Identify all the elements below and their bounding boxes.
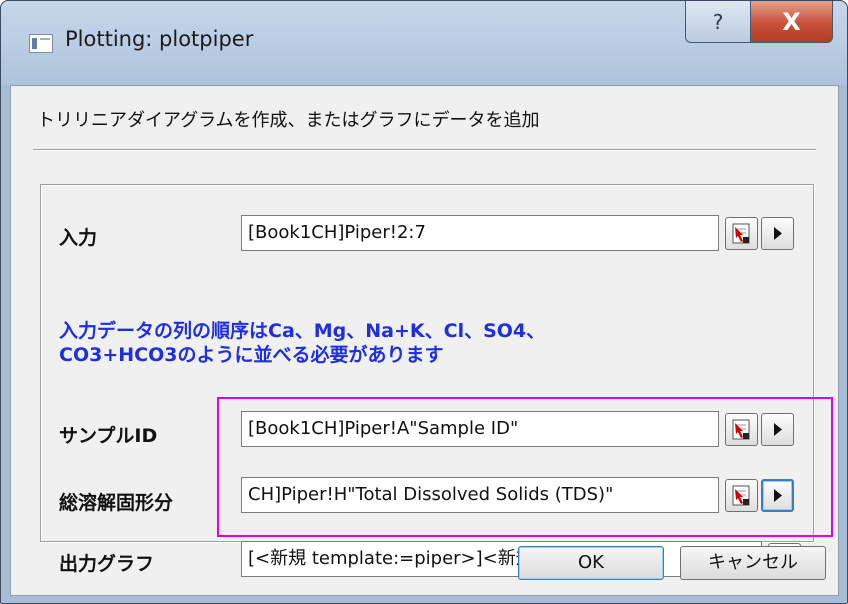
input-field[interactable]: [Book1CH]Piper!2:7 xyxy=(241,215,719,251)
sample-id-select-button[interactable] xyxy=(725,413,758,446)
dialog-description: トリリニアダイアグラムを作成、またはグラフにデータを追加 xyxy=(37,110,540,131)
sample-id-label: サンプルID xyxy=(59,425,158,447)
select-range-icon xyxy=(732,419,750,440)
note-line-1: 入力データの列の順序はCa、Mg、Na+K、Cl、SO4、 xyxy=(59,320,546,342)
window-title: Plotting: plotpiper xyxy=(65,27,254,51)
help-icon: ? xyxy=(712,9,724,34)
tds-field[interactable]: CH]Piper!H"Total Dissolved Solids (TDS)" xyxy=(241,477,719,513)
input-select-button[interactable] xyxy=(725,217,758,250)
select-range-icon xyxy=(732,485,750,506)
cancel-button[interactable]: キャンセル xyxy=(680,546,826,580)
dialog-client: トリリニアダイアグラムを作成、またはグラフにデータを追加 入力 [Book1CH… xyxy=(10,85,839,596)
arrow-menu-icon xyxy=(774,227,782,240)
help-button[interactable]: ? xyxy=(685,1,751,43)
output-graph-label: 出力グラフ xyxy=(59,553,155,575)
sample-id-menu-button[interactable] xyxy=(761,413,794,446)
sample-id-field[interactable]: [Book1CH]Piper!A"Sample ID" xyxy=(241,411,719,447)
tds-select-button[interactable] xyxy=(725,479,758,512)
ok-button[interactable]: OK xyxy=(518,546,664,580)
settings-group: 入力 [Book1CH]Piper!2:7 入力データの列の順序はCa、Mg、N… xyxy=(40,184,833,577)
note-line-2: CO3+HCO3のように並べる必要があります xyxy=(59,344,444,366)
input-order-note: 入力データの列の順序はCa、Mg、Na+K、Cl、SO4、 CO3+HCO3のよ… xyxy=(59,319,545,367)
input-menu-button[interactable] xyxy=(761,217,794,250)
tds-label: 総溶解固形分 xyxy=(59,492,174,514)
close-icon: X xyxy=(782,7,801,36)
divider xyxy=(33,149,816,151)
select-range-icon xyxy=(732,223,750,244)
window-icon xyxy=(29,34,53,53)
tds-menu-button[interactable] xyxy=(761,479,794,512)
arrow-menu-icon xyxy=(774,489,782,502)
close-button[interactable]: X xyxy=(750,1,833,43)
dialog-window: Plotting: plotpiper ? X トリリニアダイアグラムを作成、ま… xyxy=(0,0,848,604)
arrow-menu-icon xyxy=(774,423,782,436)
input-label: 入力 xyxy=(59,227,98,249)
